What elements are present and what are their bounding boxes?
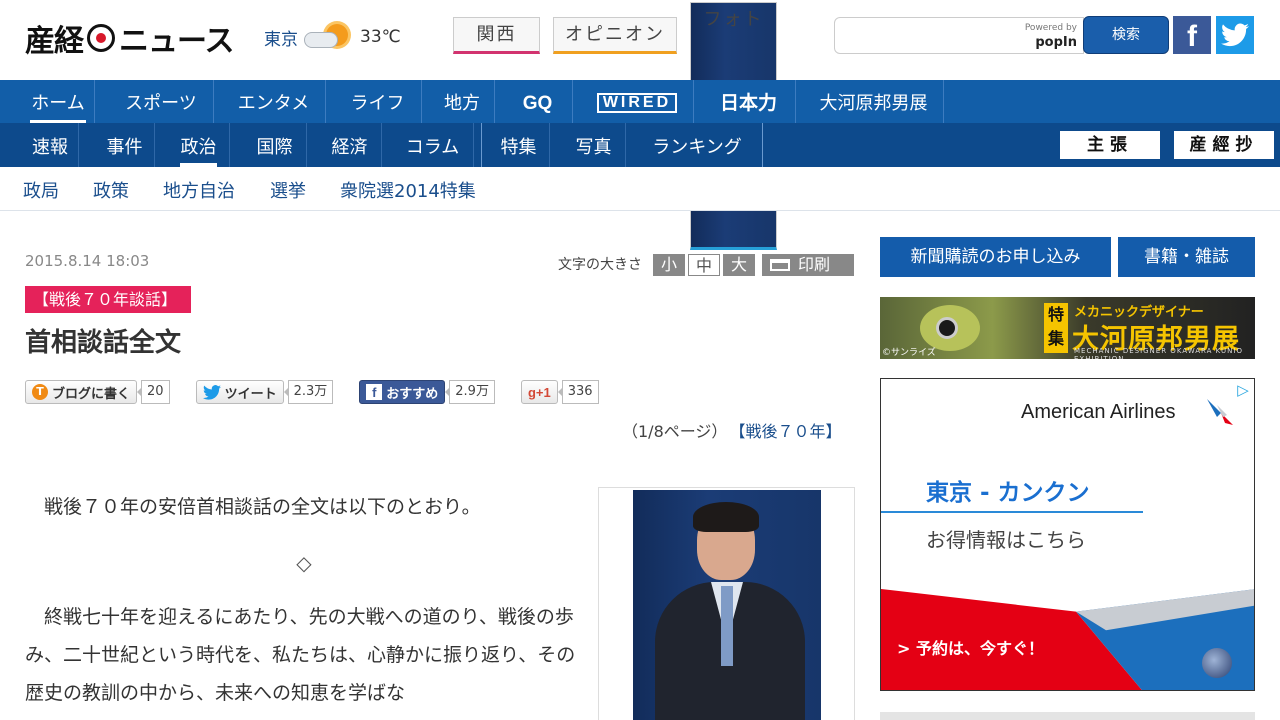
twitter-icon[interactable] [1216,16,1254,54]
site-header: 産経 ニュース 東京 33℃ 関西 オピニオン フォト Powered by p… [0,0,1280,250]
google-plus-count: 336 [557,380,599,404]
subnav-local-gov[interactable]: 地方自治 [163,177,235,203]
logo-text-right: ニュース [119,24,234,59]
ad-brand: American Airlines [1021,401,1176,423]
logo-text-left: 産経 [25,24,84,59]
article-photo[interactable] [633,490,821,720]
twitter-bird-icon [202,384,221,400]
nav-gq[interactable]: GQ [503,80,573,123]
subnav-policy[interactable]: 政策 [93,177,129,203]
font-size-large-button[interactable]: 大 [723,254,755,276]
airline-logo-icon [1207,399,1233,425]
nav-nihonryoku[interactable]: 日本力 [702,80,796,123]
nav-wired[interactable]: WIRED [581,80,694,123]
article-datetime: 2015.8.14 18:03 [25,252,150,270]
nav-divider [481,123,482,167]
subnav-elections[interactable]: 選挙 [270,177,306,203]
nav-okawara[interactable]: 大河原邦男展 [804,80,944,123]
nav-region[interactable]: 地方 [430,80,495,123]
series-link[interactable]: 【戦後７０年】 [737,422,841,441]
search-input[interactable] [835,18,1015,52]
ad-graphic: > 予約は、今すぐ！ [881,589,1254,690]
section-divider: ◇ [296,551,312,575]
banner-feature-label: 特集 [1044,303,1068,353]
books-magazines-button[interactable]: 書籍・雑誌 [1118,237,1255,277]
article-paragraph: 終戦七十年を迎えるにあたり、先の大戦への道のり、戦後の歩み、二十世紀という時代を… [25,606,576,704]
facebook-icon: f [366,384,383,400]
blog-icon: T [32,384,48,400]
nav-column[interactable]: コラム [392,123,474,167]
nav-incidents[interactable]: 事件 [95,123,155,167]
printer-icon [770,259,790,271]
tab-opinion[interactable]: オピニオン [553,17,677,54]
primary-nav: ホーム スポーツ エンタメ ライフ 地方 GQ WIRED 日本力 大河原邦男展 [0,80,1280,123]
tweet-button[interactable]: ツイート [195,380,284,404]
article-paragraph: 戦後７０年の安倍首相談話の全文は以下のとおり。 [44,496,481,518]
nav-features[interactable]: 特集 [488,123,550,167]
okawara-exhibition-banner[interactable]: ©サンライズ 特集 メカニックデザイナー 大河原邦男展 MECHANIC DES… [880,297,1255,359]
banner-copyright: ©サンライズ [882,348,936,358]
font-size-small-button[interactable]: 小 [653,254,685,276]
sidebar-next-block [880,712,1255,720]
font-size-controls: 文字の大きさ 小 中 大 印刷 [558,253,854,277]
nav-entame[interactable]: エンタメ [222,80,326,123]
poplin-branding: Powered by popIn [1024,23,1077,50]
nav-divider [762,123,763,167]
ad-route: 東京 - カンクン [926,480,1090,506]
ad-deal-text: お得情報はこちら [926,528,1086,552]
tweet-count: 2.3万 [283,380,334,404]
ad-cta[interactable]: > 予約は、今すぐ！ [897,635,1044,659]
nav-life[interactable]: ライフ [334,80,422,123]
nav-sports[interactable]: スポーツ [109,80,214,123]
google-plus-button[interactable]: g+1 [520,380,558,404]
logo-mark-icon [87,24,115,52]
site-logo[interactable]: 産経 ニュース [25,16,234,60]
nav-ranking[interactable]: ランキング [638,123,756,167]
font-size-label: 文字の大きさ [558,257,642,273]
facebook-icon[interactable]: f [1173,16,1211,54]
oneworld-icon [1202,648,1232,678]
facebook-count: 2.9万 [445,380,495,404]
print-button[interactable]: 印刷 [762,254,854,276]
blog-share-count: 20 [137,380,170,404]
article-tag[interactable]: 【戦後７０年談話】 [25,286,192,313]
american-airlines-ad[interactable]: ▷ American Airlines 東京 - カンクン お得情報はこちら >… [880,378,1255,691]
banner-english: MECHANIC DESIGNER OKAWARA KUNIO EXHIBITI… [1074,347,1243,359]
article-body: 戦後７０年の安倍首相談話の全文は以下のとおり。 ◇ 終戦七十年を迎えるにあたり、… [25,488,583,712]
cloudy-sun-icon [304,24,354,50]
nav-politics[interactable]: 政治 [168,123,230,167]
subnav-seikyoku[interactable]: 政局 [23,177,59,203]
weather-widget[interactable]: 東京 33℃ [264,24,401,50]
page-indicator: （1/8ページ） [622,422,728,441]
sankeisho-link[interactable]: 産經抄 [1174,131,1274,159]
sub-nav: 政局 政策 地方自治 選挙 衆院選2014特集 [0,167,1280,211]
weather-city: 東京 [264,29,298,50]
nav-economy[interactable]: 経済 [318,123,382,167]
page-info: （1/8ページ） 【戦後７０年】 [622,418,841,442]
shucho-link[interactable]: 主張 [1060,131,1160,159]
article-photo-box [598,487,855,720]
social-share-bar: T ブログに書く 20 ツイート 2.3万 f おすすめ 2.9万 g+1 33… [25,380,625,404]
nav-photos[interactable]: 写真 [562,123,626,167]
nav-breaking[interactable]: 速報 [22,123,79,167]
search-box: Powered by popIn [834,17,1084,54]
article-title: 首相談話全文 [25,328,182,358]
search-button[interactable]: 検索 [1083,16,1169,54]
tab-kansai[interactable]: 関西 [453,17,540,54]
nav-international[interactable]: 国際 [243,123,307,167]
font-size-medium-button[interactable]: 中 [688,254,720,276]
weather-temp: 33℃ [360,27,401,47]
newspaper-subscription-button[interactable]: 新聞購読のお申し込み [880,237,1111,277]
facebook-recommend-button[interactable]: f おすすめ [359,380,446,404]
subnav-election-2014[interactable]: 衆院選2014特集 [340,177,476,203]
nav-home[interactable]: ホーム [22,80,95,123]
blog-share-button[interactable]: T ブログに書く [25,380,138,404]
